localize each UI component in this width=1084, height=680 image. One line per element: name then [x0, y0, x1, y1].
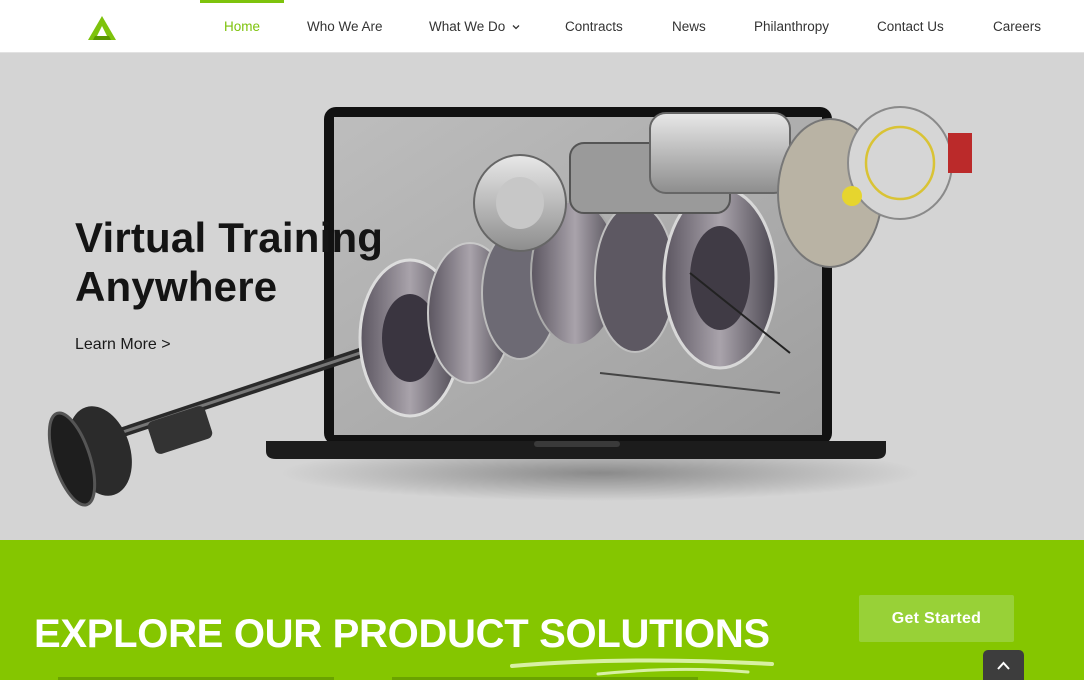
get-started-button[interactable]: Get Started: [859, 595, 1014, 642]
chevron-down-icon: [512, 25, 520, 30]
logo-icon[interactable]: [86, 14, 118, 42]
nav-home[interactable]: Home: [199, 0, 285, 53]
nav-contracts[interactable]: Contracts: [565, 0, 623, 53]
nav-what-we-do[interactable]: What We Do: [429, 0, 521, 53]
nav-contact-us[interactable]: Contact Us: [877, 0, 944, 53]
chevron-up-icon: [997, 661, 1010, 670]
band-title: EXPLORE OUR PRODUCT SOLUTIONS: [34, 612, 770, 656]
site-header: Home Who We Are What We Do Contracts New…: [0, 0, 1084, 53]
hero-title-line1: Virtual Training: [75, 214, 384, 261]
scroll-to-top-button[interactable]: [983, 650, 1024, 680]
nav-what-we-do-label: What We Do: [429, 19, 506, 34]
nav-careers[interactable]: Careers: [993, 0, 1041, 53]
learn-more-link[interactable]: Learn More >: [75, 336, 171, 354]
nav-philanthropy[interactable]: Philanthropy: [754, 0, 829, 53]
underline-swash-icon: [510, 658, 774, 676]
hero-title: Virtual Training Anywhere: [75, 213, 383, 311]
hero-title-line2: Anywhere: [75, 263, 278, 310]
nav-who-we-are[interactable]: Who We Are: [307, 0, 383, 53]
nav-news[interactable]: News: [672, 0, 706, 53]
product-solutions-band: EXPLORE OUR PRODUCT SOLUTIONS Get Starte…: [0, 540, 1084, 680]
hero-section: Virtual Training Anywhere Learn More >: [0, 53, 1084, 540]
